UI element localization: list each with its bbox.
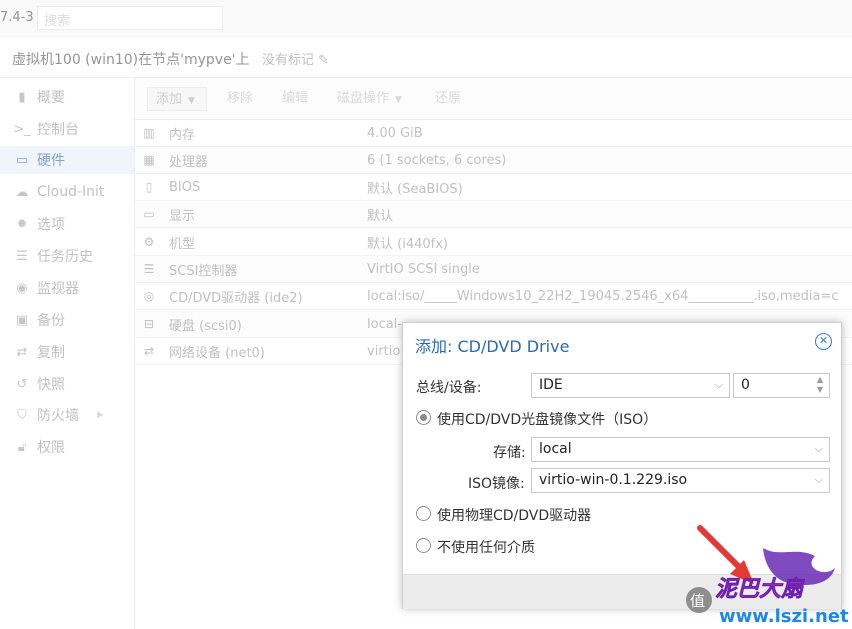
dialog-title: 添加: CD/DVD Drive — [415, 337, 570, 356]
chevron-down-icon: ⌵ — [814, 442, 823, 455]
close-icon[interactable]: ✕ — [815, 333, 832, 350]
bus-select[interactable]: IDE ⌵ — [531, 373, 730, 398]
storage-label: 存储: — [493, 445, 526, 461]
watermark-glyph: 值 — [690, 592, 705, 610]
spinner-arrows-icon: ▲ ▼ — [816, 375, 823, 394]
chevron-down-icon: ⌵ — [814, 473, 823, 486]
watermark-logo: 值 泥巴大扇 www.lszi.net — [686, 548, 849, 627]
opt-physical-label: 使用物理CD/DVD驱动器 — [437, 508, 592, 524]
bus-device-label: 总线/设备: — [416, 380, 482, 396]
storage-value: local — [539, 441, 572, 457]
iso-image-select[interactable]: virtio-win-0.1.229.iso ⌵ — [531, 468, 830, 493]
radio-use-physical[interactable] — [416, 506, 431, 521]
watermark-brand: 泥巴大扇 — [715, 576, 805, 602]
bus-value: IDE — [539, 377, 563, 393]
opt-iso-label: 使用CD/DVD光盘镜像文件（ISO） — [437, 412, 658, 428]
radio-use-iso[interactable] — [416, 410, 431, 425]
device-number-spinner[interactable]: 0 ▲ ▼ — [733, 373, 830, 398]
watermark-url: www.lszi.net — [719, 606, 849, 627]
radio-no-media[interactable] — [416, 538, 431, 553]
chevron-down-icon: ⌵ — [714, 378, 723, 391]
opt-none-label: 不使用任何介质 — [437, 540, 535, 556]
iso-value: virtio-win-0.1.229.iso — [539, 472, 688, 488]
iso-image-label: ISO镜像: — [468, 476, 525, 492]
storage-select[interactable]: local ⌵ — [531, 437, 830, 462]
device-value: 0 — [741, 377, 750, 393]
